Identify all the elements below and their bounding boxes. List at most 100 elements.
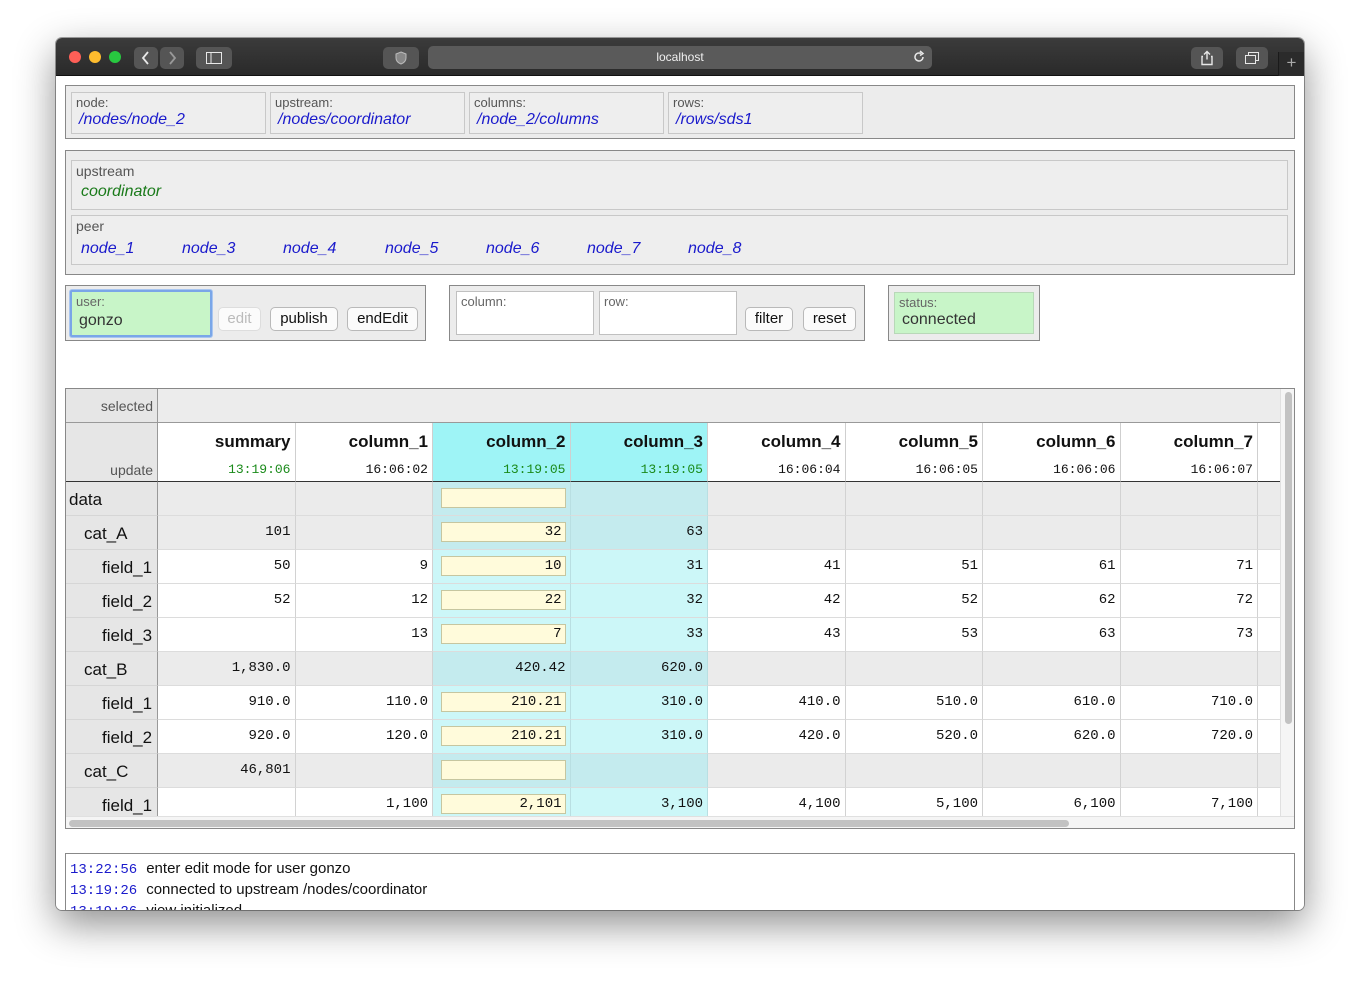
reload-icon[interactable] — [912, 50, 926, 64]
grid-cell[interactable]: 10 — [433, 550, 571, 584]
cell-value: 43 — [823, 626, 841, 642]
columns-field: columns: /node_2/columns — [469, 92, 664, 134]
edit-button[interactable]: edit — [218, 307, 261, 331]
grid-cell[interactable]: 210.21 — [433, 686, 571, 720]
columns-link[interactable]: /node_2/columns — [477, 111, 599, 129]
cell-value: 310.0 — [660, 694, 703, 710]
column-header[interactable]: column_7 16:06:07 — [1120, 423, 1258, 482]
column-header[interactable]: column_1 16:06:02 — [295, 423, 433, 482]
column-name: summary — [214, 432, 291, 451]
horizontal-scrollbar[interactable] — [66, 816, 1294, 828]
column-filter-input[interactable]: column: — [456, 291, 594, 335]
maximize-window-button[interactable] — [109, 51, 121, 63]
back-button[interactable] — [134, 47, 158, 69]
grid-cell — [295, 482, 433, 516]
filter-button[interactable]: filter — [745, 307, 793, 331]
cell-input[interactable]: 210.21 — [441, 726, 566, 746]
grid-cell: 73 — [1120, 618, 1258, 652]
tabs-overview-button[interactable] — [1236, 47, 1268, 69]
upstream-link[interactable]: /nodes/coordinator — [278, 111, 411, 129]
node-link[interactable]: /nodes/node_2 — [79, 111, 185, 129]
row-header[interactable]: data — [66, 482, 158, 516]
share-button[interactable] — [1191, 47, 1223, 69]
cell-input[interactable]: 32 — [441, 522, 566, 542]
log-time: 13:19:26 — [70, 904, 137, 910]
cell-value: 101 — [265, 524, 291, 540]
cell-value: 920.0 — [248, 728, 291, 744]
rows-link[interactable]: /rows/sds1 — [676, 111, 752, 129]
cell-input[interactable]: 10 — [441, 556, 566, 576]
grid-cell — [845, 652, 983, 686]
row-header[interactable]: cat_B — [66, 652, 158, 686]
cell-input[interactable]: 7 — [441, 624, 566, 644]
new-tab-button[interactable]: + — [1278, 52, 1304, 76]
row-header[interactable]: cat_C — [66, 754, 158, 788]
cell-value: 520.0 — [935, 728, 978, 744]
peer-link[interactable]: node_3 — [182, 240, 235, 258]
publish-button[interactable]: publish — [270, 307, 338, 331]
grid-cell: 62 — [983, 584, 1121, 618]
reset-button[interactable]: reset — [803, 307, 856, 331]
forward-button[interactable] — [160, 47, 184, 69]
column-update-time: 16:06:02 — [365, 462, 428, 477]
grid-cell[interactable] — [433, 754, 571, 788]
end-edit-button[interactable]: endEdit — [347, 307, 418, 331]
column-header[interactable]: summary 13:19:06 — [158, 423, 296, 482]
address-bar[interactable]: localhost — [428, 46, 932, 69]
row-header[interactable]: cat_A — [66, 516, 158, 550]
peer-link[interactable]: node_8 — [688, 240, 741, 258]
log-message: enter edit mode for user gonzo — [146, 860, 351, 877]
column-header[interactable]: column_2 13:19:05 — [433, 423, 571, 482]
sidebar-toggle-button[interactable] — [196, 47, 232, 69]
grid-cell[interactable] — [433, 482, 571, 516]
grid-cell[interactable]: 7 — [433, 618, 571, 652]
cell-value: 3,100 — [660, 796, 703, 812]
cell-input[interactable] — [441, 760, 566, 780]
cell-value: 620.0 — [660, 660, 703, 676]
peer-link[interactable]: node_5 — [385, 240, 438, 258]
row-header[interactable]: field_3 — [66, 618, 158, 652]
cell-value: 32 — [686, 592, 703, 608]
cell-input[interactable] — [441, 488, 566, 508]
grid-cell[interactable]: 32 — [433, 516, 571, 550]
vertical-scroll-thumb[interactable] — [1285, 392, 1292, 724]
privacy-shield-button[interactable] — [383, 47, 419, 69]
peer-link[interactable]: node_4 — [283, 240, 336, 258]
node-field: node: /nodes/node_2 — [71, 92, 266, 134]
grid-cell: 46,801 — [158, 754, 296, 788]
row-header[interactable]: field_1 — [66, 686, 158, 720]
grid-cell: 43 — [708, 618, 846, 652]
row-header[interactable]: field_1 — [66, 550, 158, 584]
cell-input[interactable]: 22 — [441, 590, 566, 610]
close-window-button[interactable] — [69, 51, 81, 63]
data-grid[interactable]: selected update summary 13:19:06 column_1 1… — [65, 388, 1295, 829]
peer-link[interactable]: node_6 — [486, 240, 539, 258]
column-header[interactable]: column_3 13:19:05 — [570, 423, 708, 482]
user-field[interactable]: user: gonzo — [70, 290, 212, 337]
peer-section: peer node_1 node_3 node_4 node_5 node_6 … — [71, 215, 1288, 265]
cell-value: 12 — [411, 592, 428, 608]
column-update-time: 16:06:04 — [778, 462, 841, 477]
grid-cell[interactable]: 22 — [433, 584, 571, 618]
upstream-node-link[interactable]: coordinator — [81, 183, 161, 201]
vertical-scrollbar[interactable] — [1280, 389, 1294, 816]
cell-value: 42 — [823, 592, 841, 608]
cell-value: 610.0 — [1073, 694, 1116, 710]
horizontal-scroll-thumb[interactable] — [69, 820, 1069, 827]
row-header[interactable]: field_2 — [66, 584, 158, 618]
column-header[interactable]: column_6 16:06:06 — [983, 423, 1121, 482]
peer-link[interactable]: node_7 — [587, 240, 640, 258]
peer-link[interactable]: node_1 — [81, 240, 134, 258]
cell-input[interactable]: 2,101 — [441, 794, 566, 814]
cell-value: 1,830.0 — [231, 660, 291, 676]
column-header[interactable]: column_4 16:06:04 — [708, 423, 846, 482]
row-filter-input[interactable]: row: — [599, 291, 737, 335]
cell-value: 710.0 — [1210, 694, 1253, 710]
cell-input[interactable]: 210.21 — [441, 692, 566, 712]
row-header[interactable]: field_2 — [66, 720, 158, 754]
column-header[interactable]: column_5 16:06:05 — [845, 423, 983, 482]
grid-cell[interactable]: 210.21 — [433, 720, 571, 754]
grid-cell — [570, 754, 708, 788]
cell-value: 63 — [1098, 626, 1116, 642]
minimize-window-button[interactable] — [89, 51, 101, 63]
